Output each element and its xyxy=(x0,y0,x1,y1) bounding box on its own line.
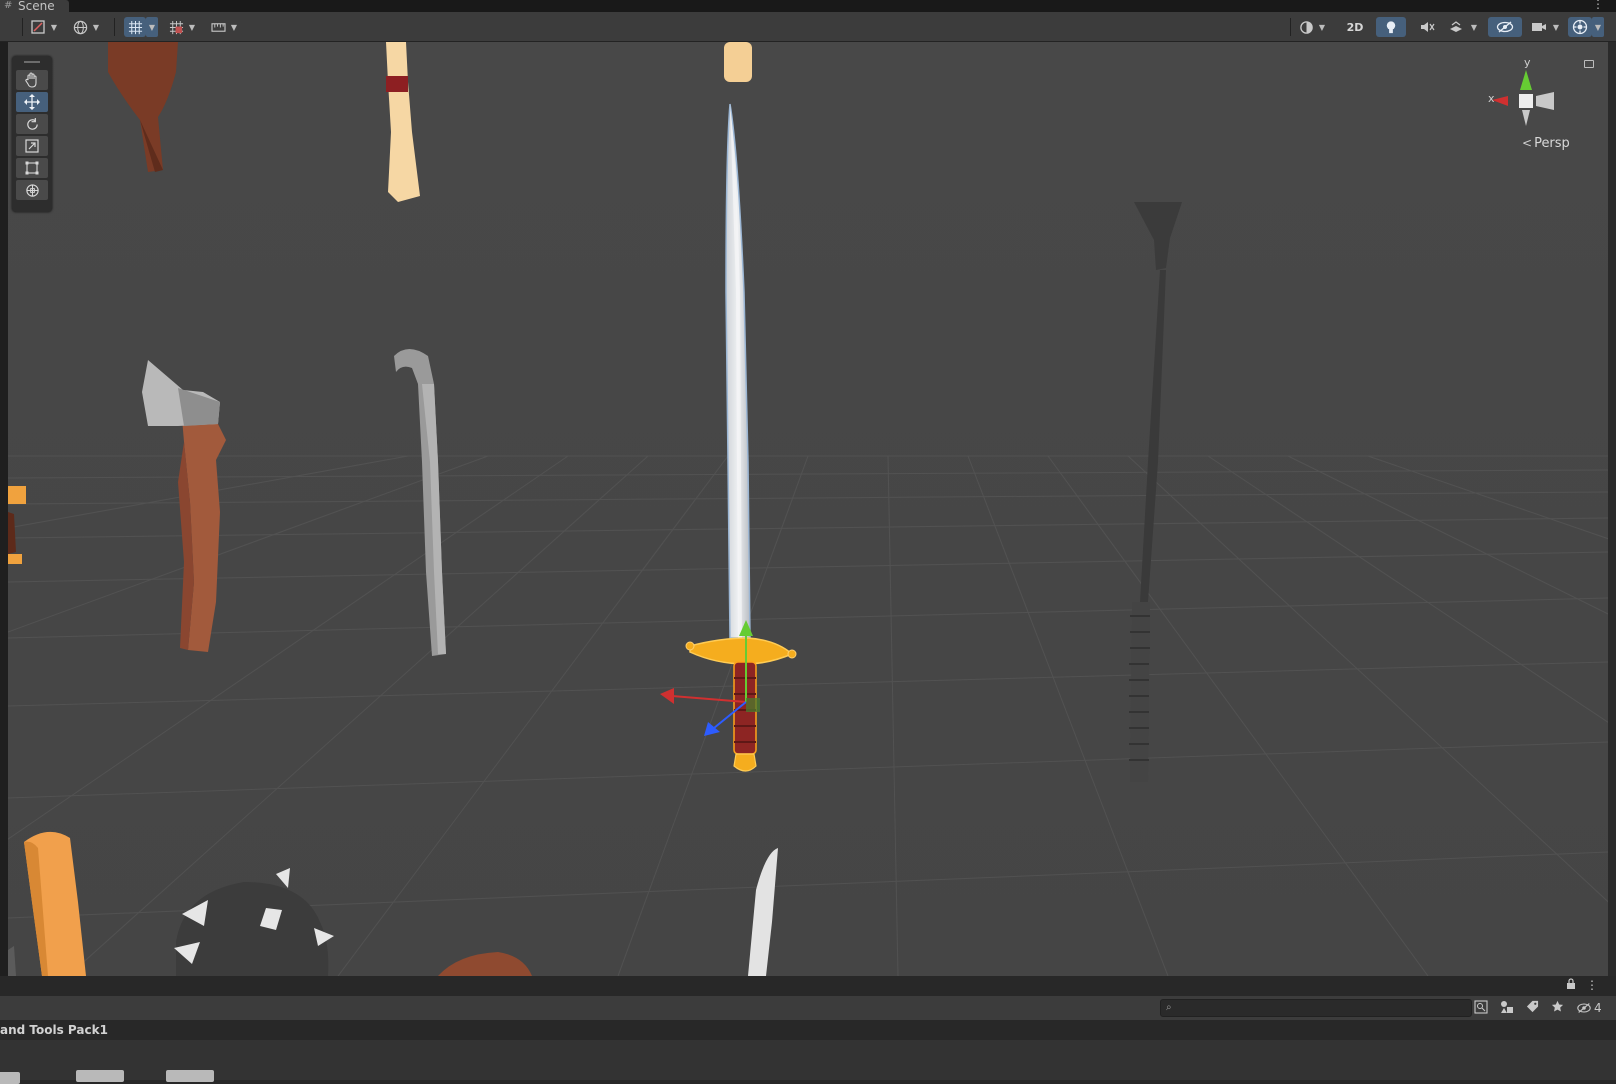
gizmo-x-label: x xyxy=(1488,92,1495,105)
hidden-count: 4 xyxy=(1594,1001,1602,1015)
left-edge-strip xyxy=(0,42,8,976)
tool-panel xyxy=(12,56,52,212)
hand-tool-icon[interactable] xyxy=(16,70,48,90)
gizmo-y-label: y xyxy=(1524,56,1531,69)
window-menu-icon[interactable]: ⋮ xyxy=(1586,978,1598,993)
folder-icon[interactable] xyxy=(166,1070,214,1082)
filter-type-icon[interactable] xyxy=(1500,1000,1514,1017)
toolbar-separator xyxy=(22,18,23,36)
projection-toggle[interactable]: < Persp xyxy=(1522,136,1570,151)
shading-mode-icon[interactable] xyxy=(1296,17,1316,37)
breadcrumb-path[interactable]: and Tools Pack1 xyxy=(0,1023,108,1037)
chevron-left-icon: < xyxy=(1522,136,1533,150)
chevron-down-icon[interactable]: ▼ xyxy=(1550,17,1562,37)
scene-tab-bar: # Scene ⋮ xyxy=(0,0,1616,12)
effects-icon[interactable] xyxy=(1444,17,1468,37)
rect-tool-icon[interactable] xyxy=(16,158,48,178)
transform-tool-icon[interactable] xyxy=(16,180,48,200)
chevron-down-icon[interactable]: ▼ xyxy=(48,17,60,37)
asset-grid xyxy=(0,1040,1616,1084)
toolbar-separator xyxy=(114,18,115,36)
projection-label: Persp xyxy=(1534,136,1570,151)
lock-icon[interactable] xyxy=(1566,978,1576,993)
project-toolbar: ⌕ 4 xyxy=(0,996,1616,1020)
tab-scene[interactable]: # Scene xyxy=(0,0,69,12)
breadcrumb: and Tools Pack1 xyxy=(0,1020,1616,1040)
audio-icon[interactable] xyxy=(1412,17,1442,37)
grid-snap-icon[interactable] xyxy=(124,17,146,37)
ruler-icon[interactable] xyxy=(208,17,228,37)
window-controls: ⋮ xyxy=(1566,978,1598,993)
globe-icon[interactable] xyxy=(70,17,90,37)
2d-toggle[interactable]: 2D xyxy=(1340,17,1370,37)
project-window-header: ⋮ xyxy=(0,976,1616,996)
hash-icon: # xyxy=(4,0,13,11)
search-input[interactable]: ⌕ xyxy=(1160,999,1472,1017)
search-by-type-icon[interactable] xyxy=(1474,999,1488,1017)
chevron-down-icon[interactable]: ▼ xyxy=(90,17,102,37)
label-tag-icon[interactable] xyxy=(1526,1000,1539,1016)
hidden-packages-toggle[interactable]: 4 xyxy=(1576,1001,1602,1015)
search-icon: ⌕ xyxy=(1166,1002,1172,1013)
chevron-down-icon[interactable]: ▼ xyxy=(228,17,240,37)
chevron-down-icon[interactable]: ▼ xyxy=(1468,17,1480,37)
gizmo-lock-icon[interactable] xyxy=(1584,60,1594,68)
chevron-down-icon[interactable]: ▼ xyxy=(1592,17,1604,37)
folder-icon[interactable] xyxy=(0,1072,20,1084)
lighting-icon[interactable] xyxy=(1376,17,1406,37)
rotate-tool-icon[interactable] xyxy=(16,114,48,134)
project-filter-icons: 4 xyxy=(1474,998,1602,1018)
orientation-gizmo[interactable]: y x xyxy=(1488,52,1598,172)
right-edge-strip xyxy=(1608,42,1616,976)
camera-icon[interactable] xyxy=(1528,17,1550,37)
move-tool-icon[interactable] xyxy=(16,92,48,112)
toolbar-separator xyxy=(1290,18,1291,36)
tab-menu-icon[interactable]: ⋮ xyxy=(1592,0,1604,11)
scale-tool-icon[interactable] xyxy=(16,136,48,156)
hidden-objects-icon[interactable] xyxy=(1488,17,1522,37)
chevron-down-icon[interactable]: ▼ xyxy=(186,17,198,37)
handle-top-model xyxy=(724,42,752,82)
gizmos-icon[interactable] xyxy=(1568,17,1592,37)
increment-snap-icon[interactable] xyxy=(166,17,186,37)
folder-icon[interactable] xyxy=(76,1070,124,1082)
orange-part-model xyxy=(8,486,26,504)
scene-viewport[interactable]: y x < Persp xyxy=(8,42,1608,976)
favorite-star-icon[interactable] xyxy=(1551,1000,1564,1016)
draw-mode-icon[interactable] xyxy=(28,17,48,37)
orange-part-model xyxy=(8,554,22,564)
eye-slash-icon xyxy=(1577,1003,1591,1013)
chevron-down-icon[interactable]: ▼ xyxy=(146,17,158,37)
panel-grip[interactable] xyxy=(24,61,40,63)
chevron-down-icon[interactable]: ▼ xyxy=(1316,17,1328,37)
scene-canvas xyxy=(8,42,1608,976)
scene-toolbar: ▼ ▼ ▼ ▼ ▼ ▼ 2D ▼ ▼ ▼ xyxy=(0,12,1616,42)
